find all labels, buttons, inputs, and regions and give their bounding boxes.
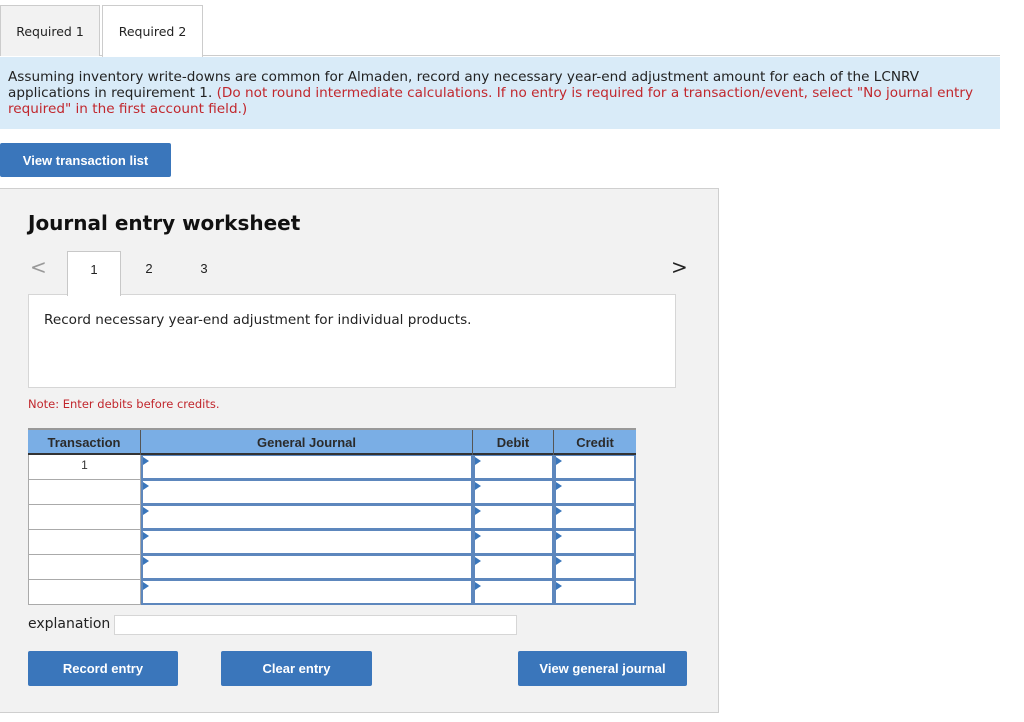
instructions-box: Assuming inventory write-downs are commo… bbox=[0, 57, 1000, 129]
transaction-cell bbox=[28, 555, 141, 580]
credit-input[interactable] bbox=[554, 580, 636, 605]
journal-row bbox=[28, 505, 636, 530]
debit-input[interactable] bbox=[473, 480, 554, 505]
tab-required-2[interactable]: Required 2 bbox=[102, 5, 203, 57]
journal-row bbox=[28, 480, 636, 505]
account-select[interactable] bbox=[141, 530, 473, 555]
debit-input[interactable] bbox=[473, 455, 554, 480]
debit-input[interactable] bbox=[473, 530, 554, 555]
journal-table-body: 1 bbox=[28, 455, 636, 605]
debit-input[interactable] bbox=[473, 505, 554, 530]
journal-table: Transaction General Journal Debit Credit… bbox=[28, 428, 636, 605]
journal-row bbox=[28, 580, 636, 605]
tab-required-1[interactable]: Required 1 bbox=[0, 5, 100, 56]
credit-input[interactable] bbox=[554, 505, 636, 530]
record-entry-button[interactable]: Record entry bbox=[28, 651, 178, 686]
description-text: Record necessary year-end adjustment for… bbox=[44, 312, 472, 328]
chevron-left-icon[interactable]: < bbox=[30, 255, 47, 279]
step-tab-3[interactable]: 3 bbox=[177, 251, 231, 297]
journal-row bbox=[28, 555, 636, 580]
debit-input[interactable] bbox=[473, 580, 554, 605]
header-debit: Debit bbox=[473, 430, 554, 455]
header-transaction: Transaction bbox=[28, 430, 141, 455]
header-credit: Credit bbox=[576, 435, 614, 450]
account-select[interactable] bbox=[141, 580, 473, 605]
credit-input[interactable] bbox=[554, 480, 636, 505]
chevron-right-icon[interactable]: > bbox=[671, 255, 688, 279]
step-tab-2[interactable]: 2 bbox=[122, 251, 176, 297]
journal-row: 1 bbox=[28, 455, 636, 480]
credit-input[interactable] bbox=[554, 455, 636, 480]
transaction-cell bbox=[28, 580, 141, 605]
account-select[interactable] bbox=[141, 455, 473, 480]
transaction-description: Record necessary year-end adjustment for… bbox=[28, 294, 676, 388]
requirement-tabs: Required 1 Required 2 bbox=[0, 5, 1000, 57]
header-general-journal: General Journal bbox=[141, 430, 473, 455]
transaction-cell bbox=[28, 505, 141, 530]
transaction-cell bbox=[28, 530, 141, 555]
credit-input[interactable] bbox=[554, 555, 636, 580]
clear-entry-button[interactable]: Clear entry bbox=[221, 651, 372, 686]
account-select[interactable] bbox=[141, 505, 473, 530]
explanation-input[interactable] bbox=[114, 615, 517, 635]
debit-input[interactable] bbox=[473, 555, 554, 580]
journal-row bbox=[28, 530, 636, 555]
transaction-cell: 1 bbox=[28, 455, 141, 480]
step-tab-1[interactable]: 1 bbox=[67, 251, 121, 296]
account-select[interactable] bbox=[141, 480, 473, 505]
view-transaction-list-button[interactable]: View transaction list bbox=[0, 143, 171, 177]
view-general-journal-button[interactable]: View general journal bbox=[518, 651, 687, 686]
journal-table-header: Transaction General Journal Debit Credit bbox=[28, 428, 636, 455]
explanation-label: explanation bbox=[28, 616, 111, 632]
credit-input[interactable] bbox=[554, 530, 636, 555]
account-select[interactable] bbox=[141, 555, 473, 580]
debits-credits-note: Note: Enter debits before credits. bbox=[28, 397, 220, 411]
transaction-cell bbox=[28, 480, 141, 505]
worksheet-title: Journal entry worksheet bbox=[28, 211, 301, 235]
journal-entry-worksheet-panel: Journal entry worksheet < 1 2 3 > Record… bbox=[0, 188, 719, 713]
